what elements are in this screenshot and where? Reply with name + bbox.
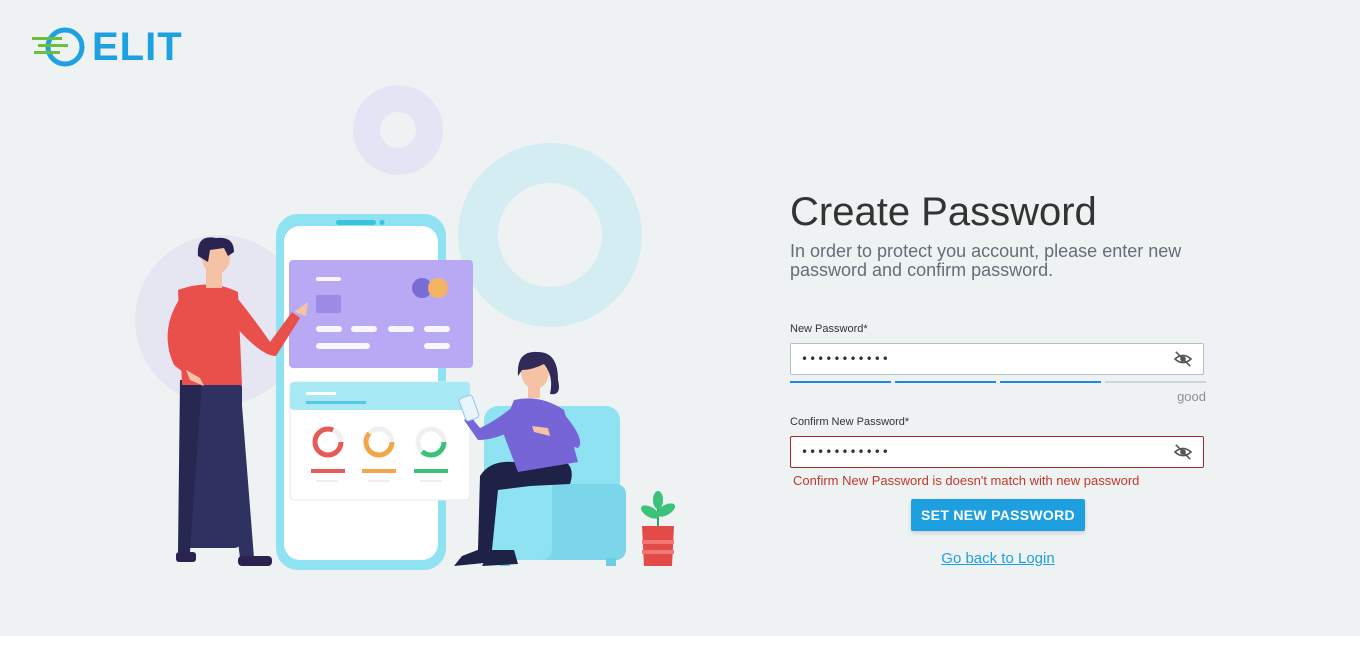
credit-card-illustration <box>289 260 473 368</box>
strength-segment-1 <box>790 381 891 383</box>
confirm-password-value: ••••••••••• <box>801 445 890 459</box>
bg-ring-large <box>458 143 642 327</box>
confirm-password-error: Confirm New Password is doesn't match wi… <box>793 473 1140 488</box>
logo-icon <box>32 27 85 67</box>
stats-panel-illustration <box>289 381 471 501</box>
page-title: Create Password <box>790 190 1097 234</box>
password-strength-meter <box>790 381 1206 384</box>
plant-illustration <box>640 491 676 566</box>
back-to-login-link[interactable]: Go back to Login <box>790 550 1206 567</box>
brand-name: ELIT <box>92 25 183 69</box>
brand-logo[interactable]: ELIT <box>30 22 183 72</box>
strength-segment-2 <box>895 381 996 383</box>
page-subtitle: In order to protect you account, please … <box>790 241 1182 280</box>
confirm-password-label: Confirm New Password* <box>790 416 910 428</box>
create-password-form: Create Password In order to protect you … <box>790 188 1210 567</box>
new-password-field[interactable]: ••••••••••• <box>790 343 1204 375</box>
page-edge <box>1360 0 1366 657</box>
confirm-password-field[interactable]: ••••••••••• <box>790 436 1204 468</box>
strength-segment-3 <box>1000 381 1101 383</box>
set-new-password-button[interactable]: SET NEW PASSWORD <box>911 499 1085 531</box>
page-footer-band <box>0 636 1366 657</box>
new-password-label: New Password* <box>790 323 868 335</box>
eye-off-icon[interactable] <box>1173 351 1193 367</box>
eye-off-icon[interactable] <box>1173 444 1193 460</box>
new-password-value: ••••••••••• <box>801 352 890 366</box>
password-strength-label: good <box>1177 389 1206 404</box>
strength-segment-4 <box>1105 381 1206 383</box>
hero-illustration <box>135 85 676 570</box>
